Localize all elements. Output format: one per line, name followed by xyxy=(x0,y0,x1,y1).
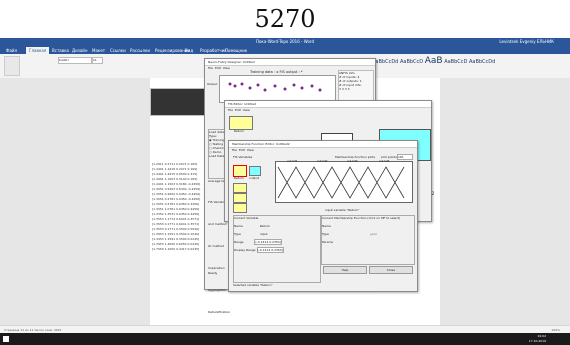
find-replace-group[interactable] xyxy=(535,56,565,74)
mf-label: in1mf1 xyxy=(287,159,298,163)
mf-curves xyxy=(277,166,405,199)
style-item[interactable]: AaBbCcDd xyxy=(469,59,495,65)
mf-plot[interactable] xyxy=(275,161,413,203)
type-row: Type input xyxy=(234,232,268,236)
menu-bar: File Edit View xyxy=(225,108,431,113)
training-data-plot xyxy=(219,75,336,103)
tab-file[interactable]: Файл xyxy=(6,47,17,54)
mf-thumb[interactable] xyxy=(233,193,247,203)
selected-variable-status: Selected variable "Return" xyxy=(233,283,273,287)
tab-insert[interactable]: Вставка xyxy=(52,47,69,54)
close-button[interactable]: Close xyxy=(369,266,413,274)
help-button[interactable]: Help xyxy=(323,266,367,274)
tab-layout[interactable]: Макет xyxy=(92,47,105,54)
name-row: Name Return xyxy=(234,224,270,228)
input-var-label: Return xyxy=(234,176,244,180)
tab-view[interactable]: Вид xyxy=(185,47,193,54)
mf-type-select[interactable]: gbell xyxy=(370,232,377,236)
menu-file[interactable]: File xyxy=(208,66,213,70)
plot-points-field[interactable]: 181 xyxy=(397,154,413,160)
window-title: Membership Function Editor: Untitled2 xyxy=(229,141,417,148)
mf-params-label: Params xyxy=(322,240,334,244)
tab-design[interactable]: Дизайн xyxy=(72,47,88,54)
menu-edit[interactable]: Edit xyxy=(215,66,221,70)
y-label: Output xyxy=(207,82,218,86)
window-title: Neuro-Fuzzy Designer: Untitled xyxy=(205,59,375,66)
current-variable-panel: Current Variable Name Return Type input … xyxy=(233,215,321,283)
font-size-select[interactable]: 11 xyxy=(92,57,103,64)
status-ready: Ready xyxy=(208,271,218,275)
mf-label: in1mf2 xyxy=(317,159,328,163)
mf-label: in1mf4 xyxy=(379,159,390,163)
menu-file[interactable]: File xyxy=(228,108,233,112)
mf-type-row: Type gbell xyxy=(322,232,378,236)
styles-gallery[interactable]: AaBbCcDd AaBbCcD AaB AaBbCcD AaBbCcDd xyxy=(372,56,522,74)
start-button[interactable] xyxy=(3,336,9,342)
input-mf-box[interactable] xyxy=(229,116,253,130)
x-axis-title: input variable "Return" xyxy=(325,208,360,212)
menu-edit[interactable]: Edit xyxy=(235,108,241,112)
current-mf-panel: Current Membership Function (click on MF… xyxy=(321,215,415,265)
ribbon-tabs: Файл Главная Вставка Дизайн Макет Ссылки… xyxy=(0,46,570,54)
menu-edit[interactable]: Edit xyxy=(239,148,245,152)
mf-name-label: Name xyxy=(322,224,331,228)
style-item[interactable]: AaBbCcD xyxy=(400,59,423,65)
window-title: FIS Editor: Untitled xyxy=(225,101,431,108)
input-label: Return xyxy=(234,129,244,133)
range-row: Range [-0.1414 0.2354] xyxy=(234,239,282,245)
output-var-box[interactable] xyxy=(249,166,261,176)
display-range-field[interactable]: [-0.1414 0.2354] xyxy=(256,247,284,253)
menu-view[interactable]: View xyxy=(223,66,230,70)
style-item[interactable]: AaBbCcD xyxy=(444,59,467,65)
page-number: 5270 xyxy=(254,5,316,33)
mf-label: in1mf3 xyxy=(347,159,358,163)
word-user: Levintsek Evgeniy ЕЛЬНИК xyxy=(499,39,554,44)
mf-thumb[interactable] xyxy=(233,203,247,213)
plot-title: Training data : o FIS output : * xyxy=(250,70,303,74)
tab-home[interactable]: Главная xyxy=(26,47,50,54)
menu-bar: File Edit View xyxy=(229,148,417,153)
current-variable-title: Current Variable xyxy=(234,216,259,220)
taskbar: 19:02 17.10.2019 xyxy=(0,333,570,345)
defuzz-label: Defuzzification xyxy=(208,310,231,314)
current-mf-title: Current Membership Function (click on MF… xyxy=(322,216,401,220)
paste-button[interactable] xyxy=(4,56,20,76)
output-var-label: output xyxy=(249,176,259,180)
word-title: Пока-Word-Tepo 2016 - Word xyxy=(255,39,315,44)
clock[interactable]: 19:02 17.10.2019 xyxy=(529,334,546,344)
tab-help[interactable]: Помощник xyxy=(225,47,247,54)
style-item[interactable]: AaB xyxy=(425,56,443,66)
display-range-row: Display Range [-0.1414 0.2354] xyxy=(234,247,284,253)
mf-editor-window: Membership Function Editor: Untitled2 Fi… xyxy=(228,140,418,292)
range-field[interactable]: [-0.1414 0.2354] xyxy=(254,239,282,245)
mf-thumb[interactable] xyxy=(233,183,247,193)
font-name-select[interactable]: Calibri xyxy=(58,57,92,64)
plot-points xyxy=(228,82,322,92)
word-title-bar: Пока-Word-Tepo 2016 - Word Levintsek Evg… xyxy=(0,38,570,46)
tab-developer[interactable]: Разработчик xyxy=(200,47,227,54)
tab-mailings[interactable]: Рассылки xyxy=(130,47,150,54)
menu-view[interactable]: View xyxy=(247,148,254,152)
info-line: 3 3 3 3 xyxy=(339,87,350,91)
fis-vars-label: FIS Variables xyxy=(233,155,253,159)
status-left: Страница 11 из 11 Число слов: 3497 xyxy=(4,328,62,332)
tab-references[interactable]: Ссылки xyxy=(110,47,126,54)
menu-file[interactable]: File xyxy=(232,148,237,152)
menu-view[interactable]: View xyxy=(243,108,250,112)
